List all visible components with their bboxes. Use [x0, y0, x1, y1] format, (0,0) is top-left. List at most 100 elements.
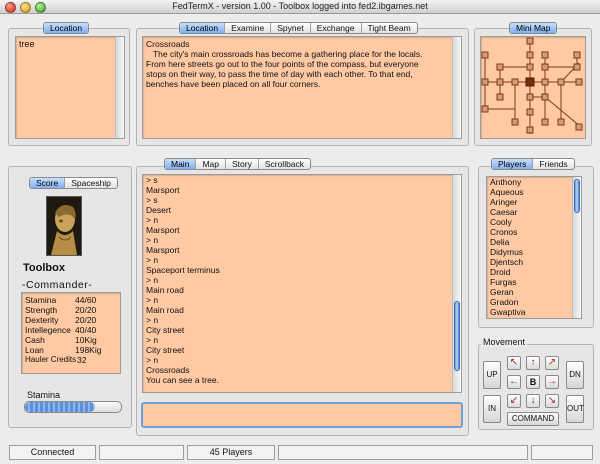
player-list-item[interactable]: Anthony	[490, 177, 578, 187]
command-button[interactable]: COMMAND	[507, 412, 559, 426]
output-line: > n	[146, 275, 159, 285]
southwest-button[interactable]: ↙	[507, 394, 521, 408]
tab-location-list[interactable]: Location	[44, 23, 89, 33]
main-tabbar: Main Map Story Scrollback	[164, 158, 312, 170]
out-button[interactable]: OUT	[566, 395, 584, 423]
stat-key: Strength	[25, 305, 58, 315]
player-list-item[interactable]: Didymus	[490, 247, 578, 257]
current-location-marker	[525, 77, 535, 87]
in-button[interactable]: IN	[483, 395, 501, 423]
player-rank: -Commander-	[22, 279, 93, 291]
output-line: Desert	[146, 205, 172, 215]
tab-score[interactable]: Score	[30, 178, 66, 188]
up-button[interactable]: UP	[483, 361, 501, 389]
stats-box: Stamina 44/60 Strength 20/20 Dexterity 20/2…	[21, 292, 121, 374]
movement-title: Movement	[481, 337, 528, 347]
tab-examine[interactable]: Examine	[225, 23, 272, 33]
player-list-item[interactable]: Furgas	[490, 277, 578, 287]
location-scrollbar[interactable]	[115, 37, 124, 138]
status-connection: Connected	[9, 445, 96, 460]
board-button[interactable]: B	[526, 375, 540, 389]
player-list-item[interactable]: Aqueous	[490, 187, 578, 197]
nw-arrow-icon: ↖	[509, 357, 519, 368]
output-line: Marsport	[146, 245, 180, 255]
output-line: > n	[146, 295, 159, 305]
output-line: You can see a tree.	[146, 375, 219, 385]
stat-value: 20/20	[75, 305, 97, 315]
output-line: Marsport	[146, 185, 180, 195]
e-arrow-icon: →	[547, 376, 557, 387]
location-item[interactable]: tree	[19, 39, 121, 49]
minimap-graphic	[481, 37, 583, 134]
player-list-item[interactable]: Caesar	[490, 207, 578, 217]
northwest-button[interactable]: ↖	[507, 356, 521, 370]
avatar	[46, 196, 82, 256]
west-button[interactable]: ←	[507, 375, 521, 389]
player-list-item[interactable]: Cronos	[490, 227, 578, 237]
tab-scrollback[interactable]: Scrollback	[259, 159, 310, 169]
description-line: The city's main crossroads has become a …	[146, 49, 423, 59]
player-list-item[interactable]: Gwaptiva	[490, 307, 578, 317]
command-field[interactable]	[143, 404, 461, 426]
score-tabbar: Score Spaceship	[29, 177, 118, 189]
southeast-button[interactable]: ↘	[545, 394, 559, 408]
player-list-item[interactable]: Aringer	[490, 197, 578, 207]
players-scrollbar-thumb[interactable]	[574, 179, 580, 213]
stat-key: Hauler Credits	[25, 355, 77, 364]
players-scrollbar[interactable]	[572, 177, 581, 318]
output-line: Spaceport terminus	[146, 265, 220, 275]
northeast-button[interactable]: ↗	[545, 356, 559, 370]
player-list-item[interactable]: Djentsch	[490, 257, 578, 267]
stat-key: Stamina	[25, 295, 57, 305]
output-line: Main road	[146, 285, 184, 295]
output-line: City street	[146, 345, 185, 355]
description-scrollbar[interactable]	[452, 37, 461, 138]
tab-location[interactable]: Location	[180, 23, 226, 33]
status-cell-5	[531, 445, 593, 460]
description-line: stops on their way, to pass the time of …	[146, 69, 413, 79]
command-input[interactable]	[141, 402, 463, 428]
stat-row: Intellegence 40/40	[25, 325, 117, 335]
main-scrollbar[interactable]	[452, 175, 461, 392]
status-cell-2	[99, 445, 184, 460]
player-list-item[interactable]: Cooly	[490, 217, 578, 227]
output-line: > n	[146, 315, 159, 325]
minimap-view[interactable]	[480, 36, 586, 139]
player-list-item[interactable]: Geran	[490, 287, 578, 297]
info-tabbar: Location Examine Spynet Exchange Tight B…	[179, 22, 418, 34]
tab-spaceship[interactable]: Spaceship	[65, 178, 117, 188]
tab-spynet[interactable]: Spynet	[271, 23, 311, 33]
location-tabbar: Location	[43, 22, 90, 34]
main-scrollbar-thumb[interactable]	[454, 301, 460, 371]
tab-players[interactable]: Players	[492, 159, 534, 169]
stat-row: Cash 10Kig	[25, 335, 117, 345]
tab-tight-beam[interactable]: Tight Beam	[362, 23, 417, 33]
stat-row: Strength 20/20	[25, 305, 117, 315]
down-button[interactable]: DN	[566, 361, 584, 389]
player-list-item[interactable]: Delia	[490, 237, 578, 247]
tab-main[interactable]: Main	[165, 159, 197, 169]
player-list-item[interactable]: Gradon	[490, 297, 578, 307]
tab-minimap[interactable]: Mini Map	[510, 23, 557, 33]
w-arrow-icon: ←	[509, 376, 519, 387]
se-arrow-icon: ↘	[547, 395, 557, 406]
player-list-item[interactable]: Droid	[490, 267, 578, 277]
stat-row: Loan 198Kig	[25, 345, 117, 355]
tab-exchange[interactable]: Exchange	[311, 23, 362, 33]
stat-key: Loan	[25, 345, 44, 355]
output-line: > n	[146, 215, 159, 225]
north-button[interactable]: ↑	[526, 356, 540, 370]
players-tabbar: Players Friends	[491, 158, 575, 170]
stat-value: 40/40	[75, 325, 97, 335]
east-button[interactable]: →	[545, 375, 559, 389]
tab-story[interactable]: Story	[226, 159, 259, 169]
tab-map[interactable]: Map	[196, 159, 226, 169]
stat-row: Dexterity 20/20	[25, 315, 117, 325]
description-line: From here streets go out to the four poi…	[146, 59, 419, 69]
tab-friends[interactable]: Friends	[533, 159, 573, 169]
output-line: > n	[146, 255, 159, 265]
south-button[interactable]: ↓	[526, 394, 540, 408]
stat-value: 44/60	[75, 295, 97, 305]
stat-value: 20/20	[75, 315, 97, 325]
stat-key: Intellegence	[25, 325, 71, 335]
